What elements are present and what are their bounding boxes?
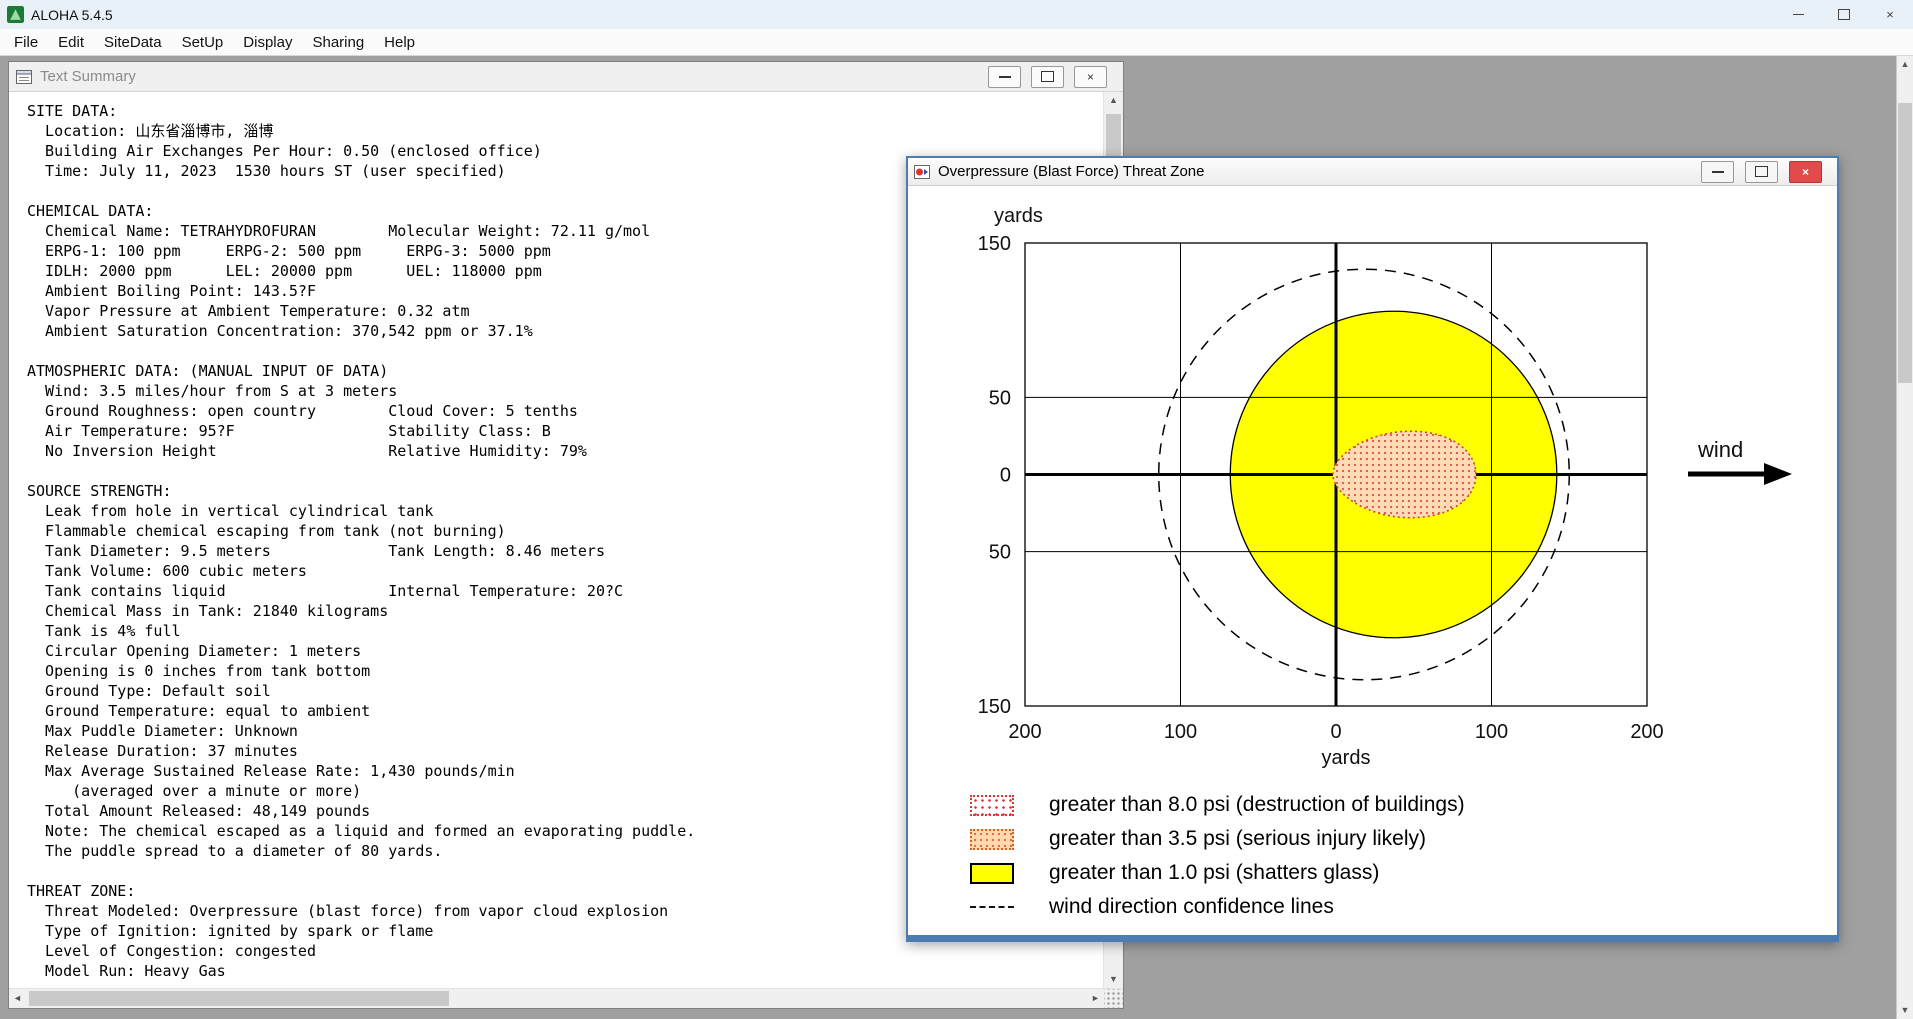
menu-item-sharing[interactable]: Sharing [302, 29, 374, 55]
menu-item-display[interactable]: Display [233, 29, 302, 55]
svg-text:200: 200 [1630, 721, 1663, 743]
menu-item-sitedata[interactable]: SiteData [94, 29, 172, 55]
app-title: ALOHA 5.4.5 [31, 6, 113, 23]
minimize-icon [1711, 170, 1724, 173]
minimize-button[interactable] [1701, 160, 1734, 183]
legend-swatch-3-5psi [970, 828, 1014, 850]
close-icon: × [1886, 7, 1894, 22]
menu-item-help[interactable]: Help [374, 29, 425, 55]
scroll-down-button[interactable]: ▼ [1897, 1002, 1913, 1019]
threat-window-title-bar[interactable]: Overpressure (Blast Force) Threat Zone × [908, 158, 1837, 186]
scroll-down-icon: ▼ [1109, 974, 1118, 984]
text-summary-bottom-bar: ◄ ► [9, 988, 1123, 1008]
maximize-button[interactable] [1821, 0, 1867, 29]
svg-text:200: 200 [1008, 721, 1041, 743]
threat-zone-window: Overpressure (Blast Force) Threat Zone × [906, 156, 1839, 942]
legend-item-8psi: greater than 8.0 psi (destruction of bui… [970, 793, 1465, 817]
legend-dashed-line-icon [970, 906, 1014, 908]
resize-grip[interactable] [1104, 989, 1123, 1008]
scroll-down-button[interactable]: ▼ [1104, 971, 1123, 988]
scroll-up-icon: ▲ [1900, 59, 1910, 69]
legend-swatch-1psi [970, 862, 1014, 884]
scroll-left-icon: ◄ [13, 993, 22, 1003]
maximize-icon [1838, 9, 1850, 20]
threat-legend: greater than 8.0 psi (destruction of bui… [970, 793, 1465, 929]
legend-item-1psi: greater than 1.0 psi (shatters glass) [970, 861, 1465, 885]
menu-bar: File Edit SiteData SetUp Display Sharing… [0, 29, 1913, 56]
menu-item-edit[interactable]: Edit [48, 29, 94, 55]
horizontal-scrollbar[interactable]: ◄ ► [9, 989, 1104, 1008]
threat-zone-icon [914, 164, 930, 179]
svg-text:100: 100 [1475, 721, 1508, 743]
legend-label-3-5psi: greater than 3.5 psi (serious injury lik… [1049, 827, 1426, 850]
aloha-logo-icon [7, 6, 24, 23]
svg-text:wind: wind [1697, 437, 1743, 462]
minimize-button[interactable] [988, 65, 1021, 88]
svg-text:yards: yards [1322, 747, 1371, 769]
window-controls: × [1775, 0, 1913, 29]
mdi-area: Text Summary × SITE DATA: Location: 山东省淄… [0, 56, 1913, 1019]
svg-text:yards: yards [994, 205, 1043, 227]
close-icon: × [1086, 69, 1094, 84]
svg-text:50: 50 [989, 387, 1011, 409]
mdi-vertical-scrollbar[interactable]: ▲ ▼ [1896, 56, 1913, 1019]
scroll-right-icon: ► [1091, 993, 1100, 1003]
threat-chart-area: 200 100 0 100 200 150 50 0 50 150 yards yards wind g… [908, 186, 1837, 935]
scroll-up-button[interactable]: ▲ [1104, 92, 1123, 109]
scroll-thumb[interactable] [29, 991, 449, 1006]
menu-item-file[interactable]: File [4, 29, 48, 55]
restore-icon [1041, 71, 1054, 82]
svg-text:150: 150 [978, 233, 1011, 255]
scroll-up-icon: ▲ [1109, 95, 1118, 105]
close-button[interactable]: × [1789, 160, 1822, 183]
close-button[interactable]: × [1867, 0, 1913, 29]
legend-label-1psi: greater than 1.0 psi (shatters glass) [1049, 861, 1380, 884]
scroll-down-icon: ▼ [1900, 1005, 1910, 1015]
svg-text:150: 150 [978, 696, 1011, 718]
window-title: Text Summary [40, 68, 136, 85]
scroll-right-button[interactable]: ► [1087, 989, 1104, 1008]
svg-text:0: 0 [1000, 465, 1011, 487]
legend-label-8psi: greater than 8.0 psi (destruction of bui… [1049, 793, 1465, 816]
minimize-button[interactable] [1775, 0, 1821, 29]
maximize-button[interactable] [1745, 160, 1778, 183]
minimize-icon [1792, 14, 1804, 15]
restore-button[interactable] [1031, 65, 1064, 88]
maximize-icon [1755, 166, 1768, 177]
legend-swatch-8psi [970, 794, 1014, 816]
menu-item-setup[interactable]: SetUp [172, 29, 234, 55]
scroll-left-button[interactable]: ◄ [9, 989, 26, 1008]
minimize-icon [998, 75, 1011, 78]
svg-text:100: 100 [1164, 721, 1197, 743]
legend-label-confidence-lines: wind direction confidence lines [1049, 895, 1334, 918]
svg-text:0: 0 [1330, 721, 1341, 743]
text-summary-title-bar[interactable]: Text Summary × [9, 62, 1123, 92]
scroll-thumb[interactable] [1898, 103, 1912, 383]
window-controls: × [988, 65, 1107, 88]
scroll-up-button[interactable]: ▲ [1897, 56, 1913, 73]
svg-text:50: 50 [989, 542, 1011, 564]
legend-item-confidence-lines: wind direction confidence lines [970, 895, 1465, 919]
close-icon: × [1801, 164, 1809, 179]
close-button[interactable]: × [1074, 65, 1107, 88]
window-title: Overpressure (Blast Force) Threat Zone [938, 163, 1205, 180]
legend-item-3-5psi: greater than 3.5 psi (serious injury lik… [970, 827, 1465, 851]
window-controls: × [1701, 160, 1822, 183]
app-title-bar[interactable]: ALOHA 5.4.5 × [0, 0, 1913, 29]
document-icon [16, 69, 32, 84]
